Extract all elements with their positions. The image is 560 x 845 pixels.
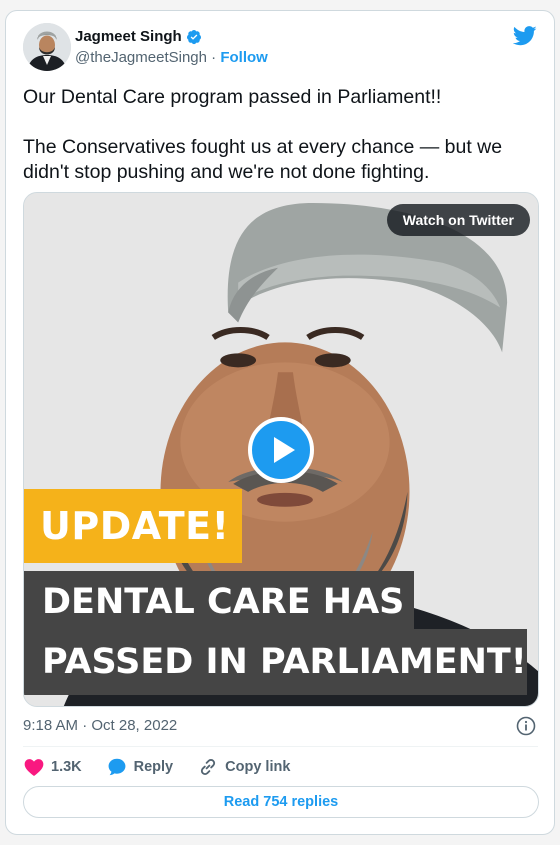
update-label: UPDATE! xyxy=(40,504,230,548)
tweet-paragraph: The Conservatives fought us at every cha… xyxy=(23,136,503,183)
heart-icon xyxy=(24,759,44,776)
headline-banner-line1: DENTAL CARE HAS xyxy=(24,571,414,633)
follow-button[interactable]: Follow xyxy=(220,49,268,66)
read-replies-button[interactable]: Read 754 replies xyxy=(23,786,539,818)
headline-line2: PASSED IN PARLIAMENT! xyxy=(42,642,527,682)
reply-label: Reply xyxy=(133,759,174,775)
tweet-header: Jagmeet Singh @theJagmeetSingh · Follow xyxy=(6,11,554,81)
avatar[interactable] xyxy=(23,23,71,71)
tweet-actions: 1.3K Reply Copy link xyxy=(23,755,314,779)
copy-link-button[interactable]: Copy link xyxy=(197,756,290,778)
author-name[interactable]: Jagmeet Singh xyxy=(75,28,182,45)
handle-separator: · xyxy=(211,49,217,66)
verified-badge-icon xyxy=(186,29,201,44)
tweet-text: Our Dental Care program passed in Parlia… xyxy=(23,85,538,185)
like-count: 1.3K xyxy=(51,759,82,775)
author-handle[interactable]: @theJagmeetSingh xyxy=(75,49,207,66)
tweet-card: Jagmeet Singh @theJagmeetSingh · Follow … xyxy=(5,10,555,835)
like-button[interactable]: 1.3K xyxy=(23,756,82,778)
play-icon[interactable] xyxy=(248,417,314,483)
info-icon[interactable] xyxy=(516,716,536,736)
watch-on-twitter-button[interactable]: Watch on Twitter xyxy=(386,204,530,236)
headline-banner-line2: PASSED IN PARLIAMENT! xyxy=(24,629,527,695)
tweet-paragraph: Our Dental Care program passed in Parlia… xyxy=(23,86,442,108)
update-label-box: UPDATE! xyxy=(24,489,242,563)
author-handle-row: @theJagmeetSingh · Follow xyxy=(75,49,268,66)
reply-bubble-icon xyxy=(108,758,126,776)
tweet-timestamp[interactable]: 9:18 AM · Oct 28, 2022 xyxy=(23,717,177,734)
twitter-bird-icon[interactable] xyxy=(513,26,537,46)
video-thumbnail[interactable]: Watch on Twitter UPDATE! DENTAL CARE HAS… xyxy=(23,192,539,707)
author-name-row: Jagmeet Singh xyxy=(75,28,202,45)
headline-line1: DENTAL CARE HAS xyxy=(42,582,405,622)
tweet-meta-row: 9:18 AM · Oct 28, 2022 xyxy=(23,716,538,736)
reply-button[interactable]: Reply xyxy=(106,756,174,778)
avatar-image xyxy=(23,23,71,71)
link-icon xyxy=(201,758,216,776)
divider xyxy=(23,746,538,747)
copy-link-label: Copy link xyxy=(225,759,291,775)
